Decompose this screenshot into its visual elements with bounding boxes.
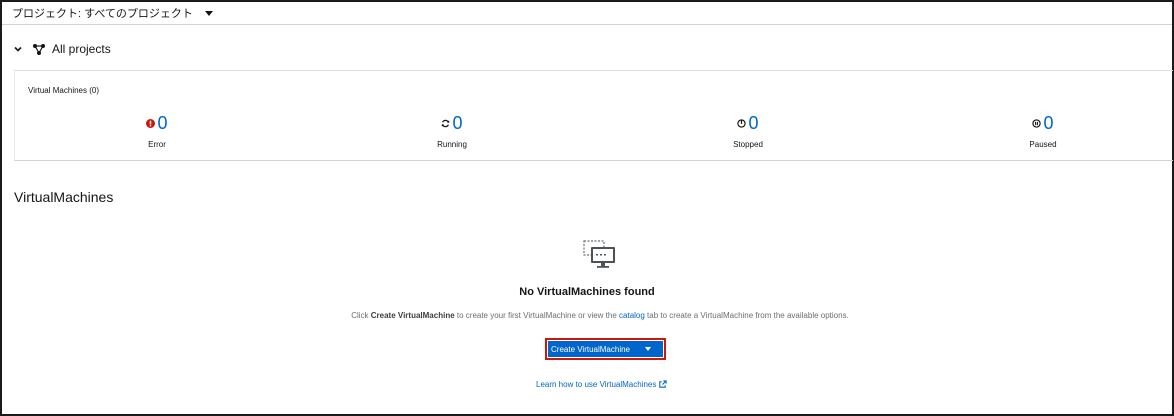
empty-state-title: No VirtualMachines found [519, 286, 655, 298]
page-frame: プロジェクト: すべてのプロジェクト All projects Virtual … [0, 0, 1174, 416]
error-count[interactable]: 0 [157, 113, 167, 133]
vm-summary-card: Virtual Machines (0) 0 Error 0 Running 0… [14, 70, 1173, 161]
vm-summary-title: Virtual Machines (0) [28, 86, 99, 95]
all-projects-label: All projects [52, 42, 111, 56]
catalog-link[interactable]: catalog [619, 311, 645, 320]
paused-count[interactable]: 0 [1043, 113, 1053, 133]
status-running: 0 Running [392, 112, 512, 149]
status-stopped: 0 Stopped [688, 112, 808, 149]
project-selector-label: プロジェクト: すべてのプロジェクト [12, 8, 193, 20]
sync-icon [442, 119, 450, 127]
create-virtualmachine-button[interactable]: Create VirtualMachine [548, 341, 663, 357]
project-bar: プロジェクト: すべてのプロジェクト [2, 2, 1172, 25]
empty-state-body: Click Create VirtualMachine to create yo… [2, 311, 1174, 320]
paused-label: Paused [1029, 140, 1057, 149]
caret-down-icon [645, 347, 651, 351]
empty-body-bold: Create VirtualMachine [370, 311, 455, 320]
all-projects-toggle[interactable]: All projects [14, 42, 111, 56]
running-count[interactable]: 0 [452, 113, 462, 133]
empty-body-middle: to create your first VirtualMachine or v… [454, 311, 620, 320]
running-label: Running [437, 140, 467, 149]
chevron-down-icon [14, 46, 22, 52]
learn-virtualmachines-link[interactable]: Learn how to use VirtualMachines [536, 380, 668, 389]
empty-body-prefix: Click [351, 311, 371, 320]
pause-circle-icon [1032, 118, 1042, 128]
external-link-icon [659, 380, 668, 388]
page-title: VirtualMachines [14, 189, 114, 205]
project-selector[interactable]: プロジェクト: すべてのプロジェクト [12, 5, 213, 21]
exclamation-circle-icon [146, 118, 156, 128]
status-paused: 0 Paused [983, 112, 1103, 149]
virtual-machine-icon [583, 240, 615, 268]
power-off-icon [737, 118, 747, 128]
learn-link-label: Learn how to use VirtualMachines [536, 380, 657, 389]
error-label: Error [148, 140, 166, 149]
caret-down-icon [204, 10, 213, 16]
create-button-highlight: Create VirtualMachine [545, 338, 666, 360]
stopped-label: Stopped [733, 140, 763, 149]
topology-icon [33, 44, 45, 55]
stopped-count[interactable]: 0 [748, 113, 758, 133]
status-error: 0 Error [97, 112, 217, 149]
create-button-label: Create VirtualMachine [551, 344, 631, 354]
empty-body-suffix: tab to create a VirtualMachine from the … [644, 311, 849, 320]
